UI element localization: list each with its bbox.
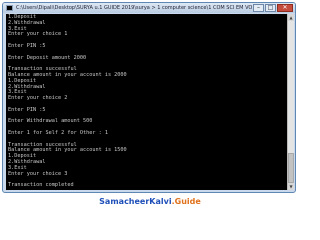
console-output[interactable]: 1.Deposit 2.Withdrawal 3.Exit Enter your ch… [6, 14, 287, 190]
watermark-brand: SamacheerKalvi [99, 197, 172, 206]
maximize-button[interactable]: □ [265, 4, 276, 12]
console-app-icon [6, 5, 13, 11]
vertical-scrollbar[interactable]: ▲ ▼ [287, 14, 294, 190]
window-controls: – □ ✕ [252, 4, 293, 12]
console-lines: 1.Deposit 2.Withdrawal 3.Exit Enter your ch… [8, 14, 287, 190]
console-window: C:\Users\Dipali\Desktop\SURYA u.1 GUIDE … [2, 2, 296, 193]
watermark: SamacheerKalvi.Guide [0, 197, 300, 206]
minimize-button[interactable]: – [253, 4, 264, 12]
scroll-thumb[interactable] [288, 153, 294, 183]
watermark-suffix: .Guide [171, 197, 201, 206]
scroll-down-icon[interactable]: ▼ [288, 183, 294, 190]
close-button[interactable]: ✕ [277, 4, 293, 12]
scroll-up-icon[interactable]: ▲ [288, 14, 294, 21]
title-bar[interactable]: C:\Users\Dipali\Desktop\SURYA u.1 GUIDE … [3, 3, 295, 13]
window-title: C:\Users\Dipali\Desktop\SURYA u.1 GUIDE … [16, 5, 252, 11]
